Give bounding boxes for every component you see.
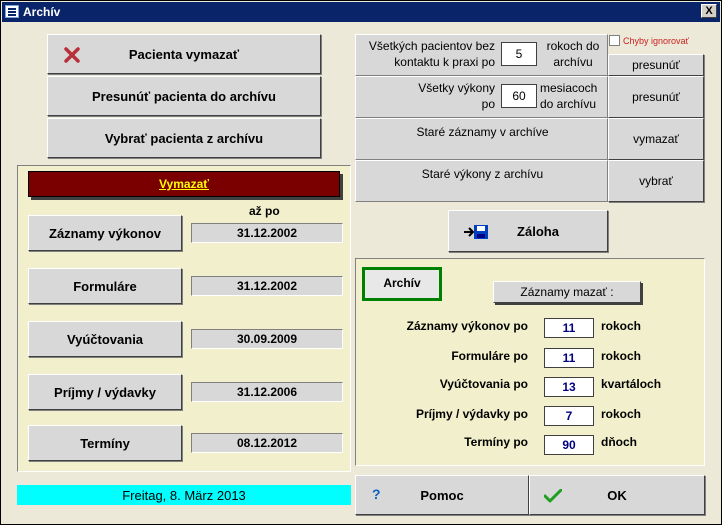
grid-row1-suffix-a: rokoch do	[546, 39, 600, 53]
archive-row-unit: kvartáloch	[601, 377, 662, 391]
grid-row2-suffix-b: do archívu	[540, 97, 597, 111]
archive-panel: Archív Záznamy mazať : Záznamy výkonov p…	[355, 258, 705, 466]
grid-row1-suffix-b: archívu	[553, 55, 593, 69]
delete-row-button[interactable]: Termíny	[28, 425, 182, 461]
delete-row-button[interactable]: Vyúčtovania	[28, 321, 182, 357]
help-label: Pomoc	[420, 487, 464, 503]
archive-window: Archív X Pacienta vymazať Presunúť pacie…	[0, 0, 722, 525]
ok-button[interactable]: OK	[529, 475, 705, 515]
grid-row2-suffix-a: mesiacoch	[540, 81, 598, 95]
until-label: až po	[249, 204, 280, 218]
archive-row-unit: dňoch	[601, 435, 637, 449]
move-services-button[interactable]: presunúť	[608, 76, 704, 118]
ignore-errors-label: Chyby ignorovať	[623, 36, 689, 46]
grid-row1-cell: Všetkých pacientov bez kontaktu k praxi …	[355, 34, 608, 76]
select-from-archive-button[interactable]: Vybrať pacienta z archívu	[47, 118, 321, 158]
services-months-input[interactable]: 60	[501, 84, 537, 108]
close-button[interactable]: X	[701, 4, 717, 18]
archive-row-unit: rokoch	[601, 349, 642, 363]
archive-row-unit: rokoch	[601, 319, 642, 333]
archive-tab-label: Archív	[383, 276, 421, 290]
delete-row-button[interactable]: Formuláre	[28, 268, 182, 304]
archive-row-value[interactable]: 90	[544, 435, 594, 455]
archive-row-label: Vyúčtovania po	[439, 377, 528, 391]
archive-row-value[interactable]: 11	[544, 348, 594, 368]
backup-button[interactable]: Záloha	[448, 210, 608, 252]
grid-row3-cell: Staré záznamy v archíve	[355, 118, 608, 160]
delete-patient-button[interactable]: Pacienta vymazať	[47, 34, 321, 74]
grid-row2-text-b: po	[481, 97, 495, 111]
delete-row-date: 31.12.2002	[191, 223, 343, 243]
window-title: Archív	[23, 5, 61, 19]
delete-x-icon	[64, 47, 80, 63]
delete-row-button[interactable]: Príjmy / výdavky	[28, 374, 182, 410]
help-button[interactable]: ? Pomoc	[355, 475, 529, 515]
title-bar[interactable]: Archív X	[2, 2, 720, 22]
backup-label: Záloha	[517, 223, 559, 239]
archive-row-label: Príjmy / výdavky po	[415, 407, 528, 421]
delete-header-label: Vymazať	[159, 177, 209, 191]
delete-row-date: 30.09.2009	[191, 329, 343, 349]
delete-patient-label: Pacienta vymazať	[128, 46, 240, 62]
archive-tab[interactable]: Archív	[362, 267, 442, 301]
archive-row-value[interactable]: 11	[544, 318, 594, 338]
grid-row2-cell: Všetky výkony po 60 mesiacoch do archívu	[355, 76, 608, 118]
delete-row-date: 31.12.2002	[191, 276, 343, 296]
archive-row-value[interactable]: 7	[544, 406, 594, 426]
move-patients-button[interactable]: presunúť	[608, 54, 704, 76]
grid-row4-cell: Staré výkony z archívu	[355, 160, 608, 202]
patients-years-input[interactable]: 5	[501, 42, 537, 66]
ok-label: OK	[607, 487, 627, 503]
grid-row1-text-b: kontaktu k praxi po	[394, 55, 495, 69]
delete-old-records-button[interactable]: vymazať	[608, 118, 704, 160]
ignore-errors-checkbox[interactable]	[609, 35, 620, 46]
grid-row4-text: Staré výkony z archívu	[421, 167, 544, 181]
save-disk-icon	[464, 225, 488, 239]
archive-row-value[interactable]: 13	[544, 377, 594, 397]
checkmark-icon	[544, 489, 562, 503]
delete-row-date: 08.12.2012	[191, 433, 343, 453]
grid-row2-text-a: Všetky výkony	[418, 81, 495, 95]
delete-panel: Vymazať až po Záznamy výkonov 31.12.2002…	[17, 165, 351, 472]
client-area: Pacienta vymazať Presunúť pacienta do ar…	[3, 23, 719, 523]
delete-header: Vymazať	[28, 171, 340, 197]
delete-records-label: Záznamy mazať :	[493, 281, 641, 303]
archive-row-label: Formuláre po	[451, 349, 528, 363]
select-old-services-button[interactable]: vybrať	[608, 160, 704, 202]
archive-row-label: Záznamy výkonov po	[406, 319, 528, 333]
status-date: Freitag, 8. März 2013	[17, 485, 351, 505]
archive-row-unit: rokoch	[601, 407, 642, 421]
app-icon	[5, 5, 19, 18]
move-to-archive-button[interactable]: Presunúť pacienta do archívu	[47, 76, 321, 116]
grid-row1-text-a: Všetkých pacientov bez	[368, 39, 495, 53]
grid-row3-text: Staré záznamy v archíve	[416, 125, 549, 139]
archive-row-label: Termíny po	[464, 435, 528, 449]
delete-row-button[interactable]: Záznamy výkonov	[28, 215, 182, 251]
delete-row-date: 31.12.2006	[191, 382, 343, 402]
help-icon: ?	[372, 486, 381, 502]
